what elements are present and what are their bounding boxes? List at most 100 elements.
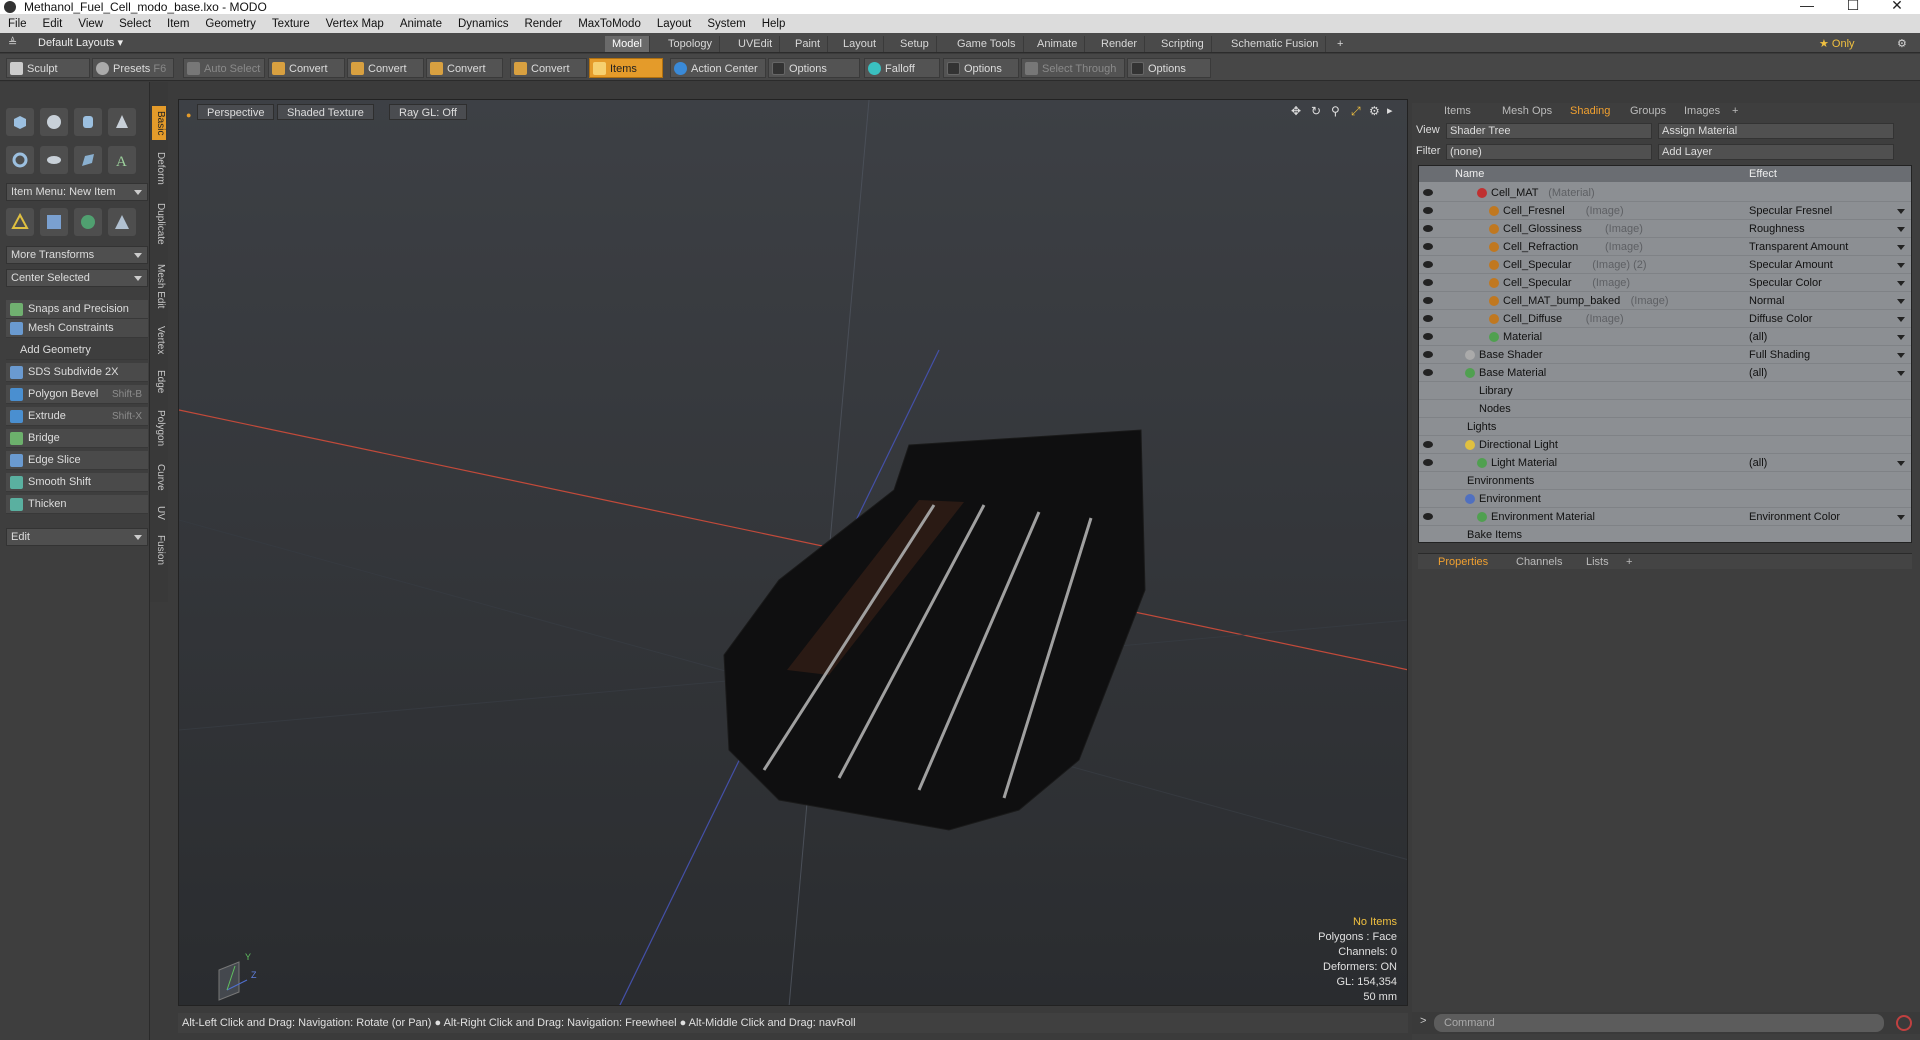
shading-mode-button[interactable]: Shaded Texture <box>277 104 374 120</box>
shader-tree-row[interactable]: Cell_MAT_bump_baked (Image) Normal <box>1419 292 1911 310</box>
filter-dropdown[interactable]: (none) <box>1446 144 1652 160</box>
tab-items[interactable]: Items <box>1436 103 1479 119</box>
shader-tree-row[interactable]: Environment Material Environment Color <box>1419 508 1911 526</box>
shader-tree-row[interactable]: Base Material (all) <box>1419 364 1911 382</box>
convert-polygons-button[interactable]: Convert <box>426 58 503 78</box>
visibility-eye-icon[interactable] <box>1423 207 1433 214</box>
effect-dropdown-arrow-icon[interactable] <box>1897 281 1905 286</box>
add-tab-button[interactable]: + <box>1330 36 1350 52</box>
tab-mesh-ops[interactable]: Mesh Ops <box>1494 103 1560 119</box>
menu-help[interactable]: Help <box>754 18 794 30</box>
bridge-button[interactable]: Bridge <box>6 429 148 448</box>
zoom-icon[interactable]: ⚲ <box>1331 104 1340 118</box>
layer-effect[interactable]: Specular Fresnel <box>1749 202 1832 220</box>
close-button[interactable]: ✕ <box>1874 0 1920 12</box>
menu-geometry[interactable]: Geometry <box>197 18 264 30</box>
action-center-options-button[interactable]: Options <box>768 58 860 78</box>
effect-column-header[interactable]: Effect <box>1749 166 1777 182</box>
effect-dropdown-arrow-icon[interactable] <box>1897 263 1905 268</box>
convert-items-button[interactable]: Convert <box>510 58 587 78</box>
layout-preset-dropdown[interactable]: Default Layouts ▾ <box>38 36 123 49</box>
effect-dropdown-arrow-icon[interactable] <box>1897 299 1905 304</box>
expand-arrow-icon[interactable]: ▸ <box>1387 104 1393 117</box>
record-icon[interactable] <box>1896 1015 1912 1031</box>
vtab-duplicate[interactable]: Duplicate <box>152 196 166 252</box>
tab-properties[interactable]: Properties <box>1430 554 1496 570</box>
tab-paint[interactable]: Paint <box>788 36 829 52</box>
view-type-button[interactable]: Perspective <box>197 104 275 120</box>
shader-tree-row[interactable]: Lights <box>1419 418 1911 436</box>
action-center-button[interactable]: Action Center <box>670 58 766 78</box>
effect-dropdown-arrow-icon[interactable] <box>1897 317 1905 322</box>
effect-dropdown-arrow-icon[interactable] <box>1897 371 1905 376</box>
effect-dropdown-arrow-icon[interactable] <box>1897 227 1905 232</box>
menu-maxtomodo[interactable]: MaxToModo <box>570 18 649 30</box>
menu-render[interactable]: Render <box>516 18 570 30</box>
edit-dropdown[interactable]: Edit <box>6 528 148 546</box>
rotate-icon[interactable]: ↻ <box>1311 104 1321 118</box>
vtab-basic[interactable]: Basic <box>152 106 166 140</box>
visibility-eye-icon[interactable] <box>1423 459 1433 466</box>
menu-edit[interactable]: Edit <box>35 18 71 30</box>
smooth-shift-button[interactable]: Smooth Shift <box>6 473 148 492</box>
layer-effect[interactable]: (all) <box>1749 328 1767 346</box>
layer-effect[interactable]: Normal <box>1749 292 1784 310</box>
menu-animate[interactable]: Animate <box>392 18 450 30</box>
tab-images[interactable]: Images <box>1676 103 1728 119</box>
tab-render[interactable]: Render <box>1094 36 1146 52</box>
menu-file[interactable]: File <box>0 18 35 30</box>
layer-effect[interactable]: Full Shading <box>1749 346 1810 364</box>
visibility-eye-icon[interactable] <box>1423 315 1433 322</box>
add-layer-dropdown[interactable]: Add Layer <box>1658 144 1894 160</box>
shader-tree-row[interactable]: Cell_MAT (Material) <box>1419 184 1911 202</box>
viewport-gear-icon[interactable]: ⚙ <box>1369 104 1380 118</box>
minimize-button[interactable]: — <box>1784 0 1830 12</box>
menu-texture[interactable]: Texture <box>264 18 318 30</box>
sculpt-button[interactable]: Sculpt <box>6 58 90 78</box>
visibility-eye-icon[interactable] <box>1423 261 1433 268</box>
raygl-button[interactable]: Ray GL: Off <box>389 104 467 120</box>
shader-tree-row[interactable]: Cell_Glossiness (Image) Roughness <box>1419 220 1911 238</box>
menu-view[interactable]: View <box>70 18 111 30</box>
torus-icon[interactable] <box>6 146 34 174</box>
effect-dropdown-arrow-icon[interactable] <box>1897 245 1905 250</box>
shader-tree-row[interactable]: Cell_Diffuse (Image) Diffuse Color <box>1419 310 1911 328</box>
visibility-eye-icon[interactable] <box>1423 369 1433 376</box>
tab-topology[interactable]: Topology <box>661 36 721 52</box>
effect-dropdown-arrow-icon[interactable] <box>1897 335 1905 340</box>
more-transforms-dropdown[interactable]: More Transforms <box>6 246 148 264</box>
polygon-bevel-button[interactable]: Polygon Bevel Shift-B <box>6 385 148 404</box>
falloff-button[interactable]: Falloff <box>864 58 940 78</box>
shader-tree-row[interactable]: Cell_Refraction (Image) Transparent Amount <box>1419 238 1911 256</box>
effect-dropdown-arrow-icon[interactable] <box>1897 515 1905 520</box>
effect-dropdown-arrow-icon[interactable] <box>1897 209 1905 214</box>
falloff-options-button[interactable]: Options <box>943 58 1019 78</box>
maximize-view-icon[interactable]: ⤢ <box>1351 104 1361 119</box>
cube-icon[interactable] <box>6 108 34 136</box>
menu-layout[interactable]: Layout <box>649 18 700 30</box>
layer-effect[interactable]: Environment Color <box>1749 508 1840 526</box>
pyramid-icon[interactable] <box>108 208 136 236</box>
visibility-eye-icon[interactable] <box>1423 513 1433 520</box>
item-menu-dropdown[interactable]: Item Menu: New Item <box>6 183 148 201</box>
layer-effect[interactable]: Roughness <box>1749 220 1805 238</box>
cone-icon[interactable] <box>108 108 136 136</box>
shader-tree-row[interactable]: Library <box>1419 382 1911 400</box>
tab-lists[interactable]: Lists <box>1578 554 1617 570</box>
shader-tree-row[interactable]: Environments <box>1419 472 1911 490</box>
center-selected-dropdown[interactable]: Center Selected <box>6 269 148 287</box>
tab-layout[interactable]: Layout <box>836 36 885 52</box>
tab-channels[interactable]: Channels <box>1508 554 1570 570</box>
view-dropdown[interactable]: Shader Tree <box>1446 123 1652 139</box>
vtab-polygon[interactable]: Polygon <box>152 404 166 452</box>
menu-system[interactable]: System <box>699 18 753 30</box>
add-properties-tab-button[interactable]: + <box>1618 554 1640 570</box>
tab-scripting[interactable]: Scripting <box>1154 36 1212 52</box>
shader-tree-row[interactable]: Nodes <box>1419 400 1911 418</box>
settings-gear-icon[interactable]: ⚙ <box>1890 36 1914 52</box>
shader-tree-row[interactable]: Cell_Fresnel (Image) Specular Fresnel <box>1419 202 1911 220</box>
select-through-options-button[interactable]: Options <box>1127 58 1211 78</box>
tab-groups[interactable]: Groups <box>1622 103 1674 119</box>
layer-effect[interactable]: Specular Amount <box>1749 256 1833 274</box>
menu-vertex-map[interactable]: Vertex Map <box>318 18 392 30</box>
